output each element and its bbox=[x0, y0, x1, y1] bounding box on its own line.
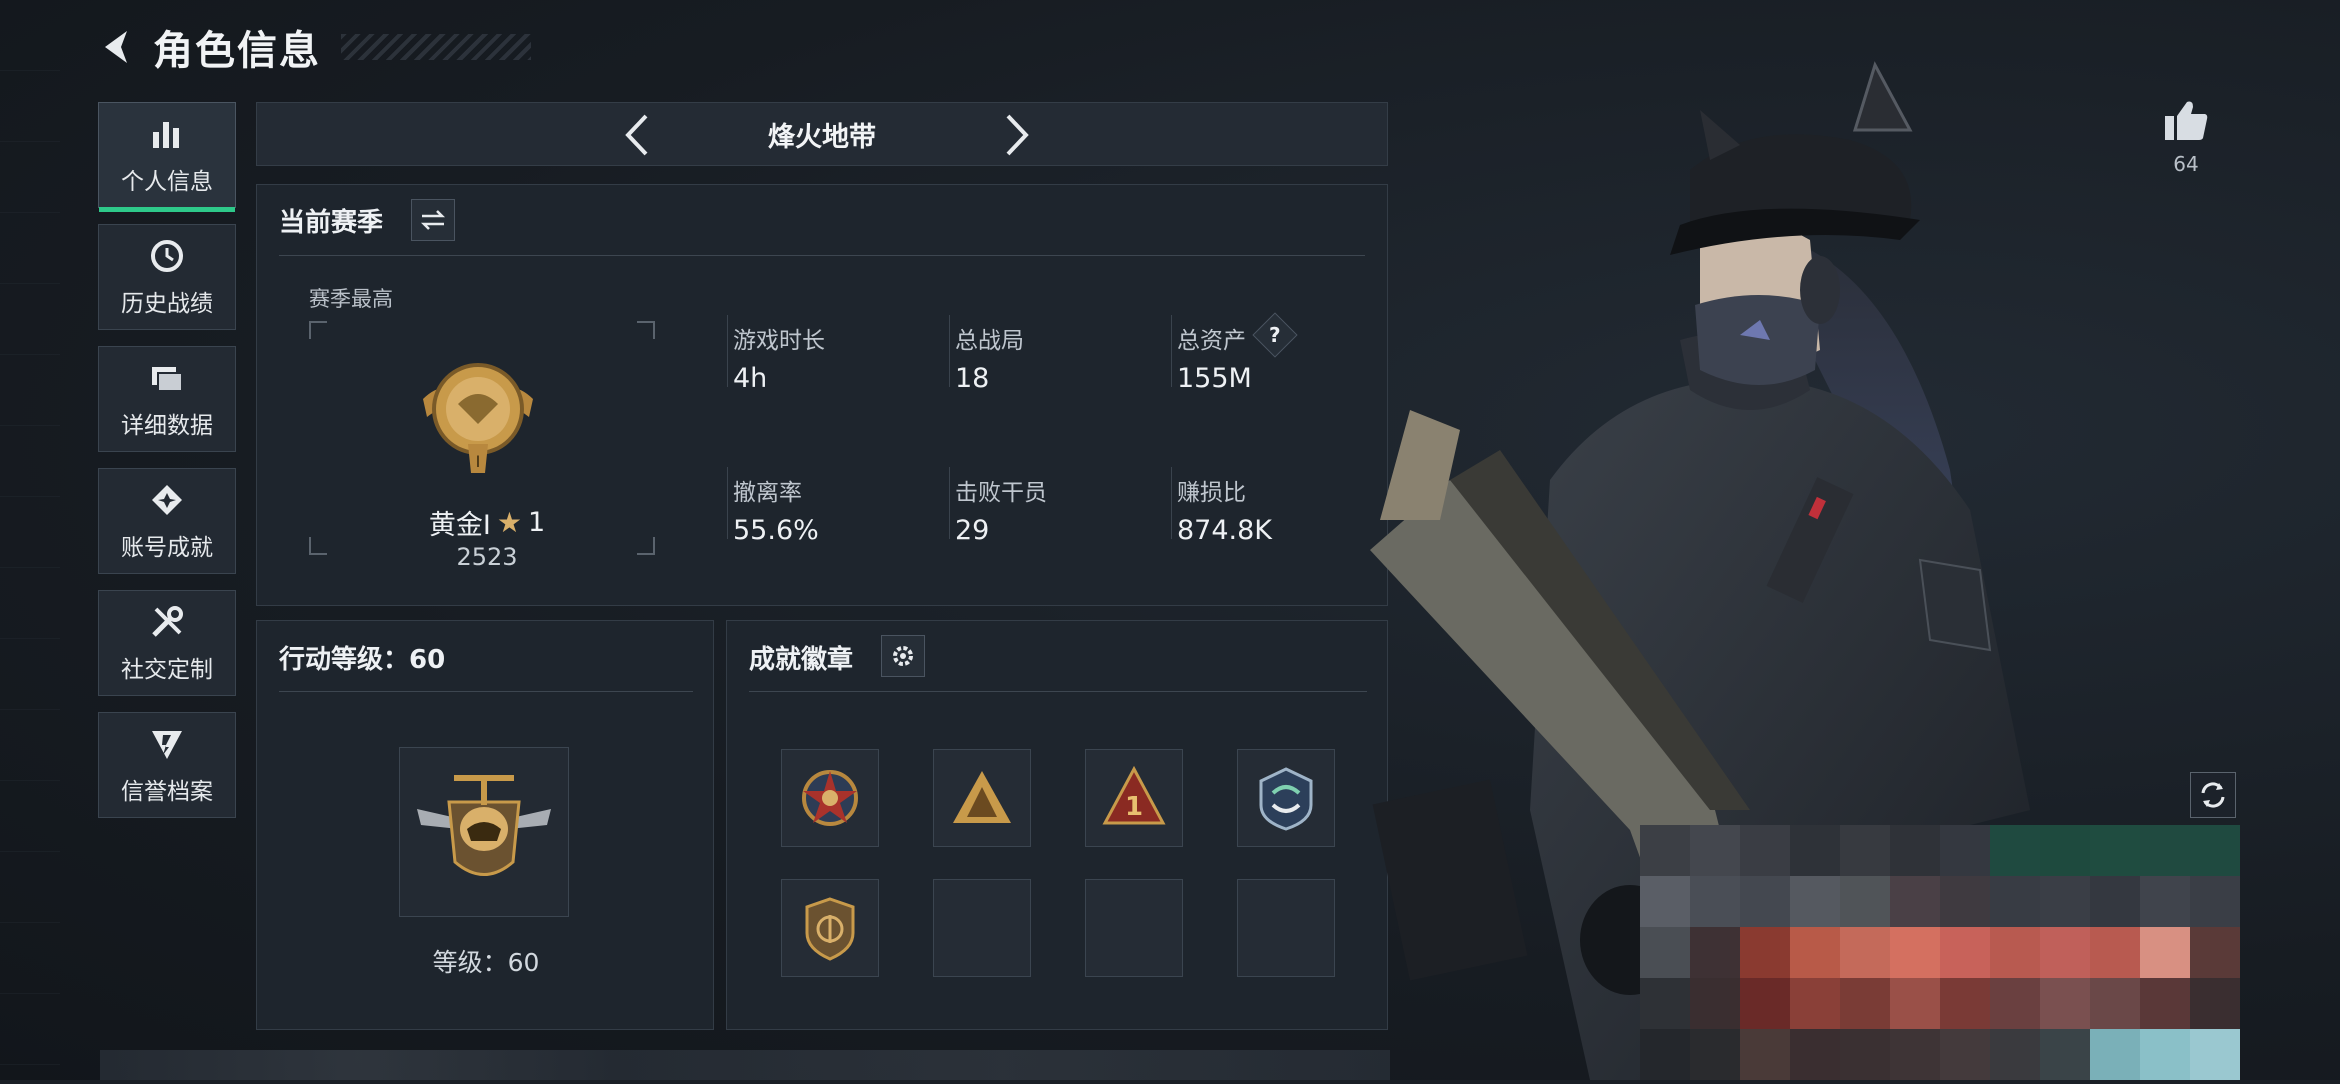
action-level-panel: 行动等级：60 等级：60 bbox=[256, 620, 714, 1030]
achievements-panel: 成就徽章 1 bbox=[726, 620, 1388, 1030]
page-header: 角色信息 bbox=[95, 18, 531, 76]
sidebar-item-detailed-data[interactable]: 详细数据 bbox=[98, 346, 236, 452]
background-grid bbox=[0, 0, 60, 1080]
shield-icon bbox=[147, 724, 187, 764]
achievement-badge[interactable] bbox=[933, 749, 1031, 847]
bottom-redacted-strip bbox=[100, 1050, 1390, 1080]
divider bbox=[949, 315, 950, 387]
stat-value-extraction-rate: 55.6% bbox=[733, 515, 819, 546]
history-icon bbox=[147, 236, 187, 276]
rank-score: 2523 bbox=[456, 543, 518, 571]
stat-value-assets: 155M bbox=[1177, 363, 1252, 394]
svg-text:I: I bbox=[476, 452, 481, 471]
stat-label-extraction-rate: 撤离率 bbox=[733, 480, 802, 506]
divider bbox=[727, 315, 728, 387]
star-emblem-icon bbox=[802, 770, 858, 826]
stat-label-assets: 总资产 bbox=[1177, 328, 1246, 354]
chevron-right-icon bbox=[1006, 114, 1029, 156]
thumbs-up-icon bbox=[2165, 101, 2208, 140]
sidebar-item-reputation[interactable]: 信誉档案 bbox=[98, 712, 236, 818]
back-button[interactable] bbox=[95, 25, 139, 69]
rotate-character-button[interactable] bbox=[2190, 772, 2236, 818]
sidebar-item-label: 个人信息 bbox=[121, 169, 213, 195]
chevron-left-icon bbox=[625, 114, 648, 156]
stat-value-profit-ratio: 874.8K bbox=[1177, 515, 1273, 546]
mode-selector: 烽火地带 bbox=[256, 102, 1388, 166]
divider bbox=[1171, 467, 1172, 539]
bar-chart-icon bbox=[147, 114, 187, 154]
help-icon[interactable]: ? bbox=[1252, 312, 1298, 358]
achievement-badge[interactable] bbox=[1237, 749, 1335, 847]
back-arrow-icon bbox=[105, 31, 127, 63]
stat-label-playtime: 游戏时长 bbox=[733, 328, 825, 354]
header-decoration bbox=[341, 34, 531, 60]
sidebar-item-label: 详细数据 bbox=[121, 413, 213, 439]
achievement-icon bbox=[147, 480, 187, 520]
frame-corner bbox=[309, 321, 327, 339]
stat-label-profit-ratio: 赚损比 bbox=[1177, 480, 1246, 506]
svg-text:1: 1 bbox=[1125, 792, 1143, 822]
achievement-slot-empty[interactable] bbox=[933, 879, 1031, 977]
achievement-slot-empty[interactable] bbox=[1085, 879, 1183, 977]
stat-label-operators-defeated: 击败干员 bbox=[955, 480, 1047, 506]
rank-name: 黄金Ⅰ bbox=[428, 510, 491, 541]
stat-label-matches: 总战局 bbox=[955, 328, 1024, 354]
achievement-badge[interactable] bbox=[781, 749, 879, 847]
divider bbox=[279, 255, 1365, 256]
like-count: 64 bbox=[2173, 152, 2199, 176]
sidebar-item-social[interactable]: 社交定制 bbox=[98, 590, 236, 696]
arrows-emblem-icon bbox=[1259, 767, 1313, 831]
achievements-title: 成就徽章 bbox=[749, 645, 854, 675]
refresh-icon bbox=[2201, 782, 2225, 808]
rank-name-row: 黄金Ⅰ ★ 1 bbox=[357, 503, 617, 542]
frame-corner bbox=[309, 537, 327, 555]
sidebar: 个人信息 历史战绩 详细数据 账号成就 社交定制 信誉档案 bbox=[98, 102, 236, 834]
achievements-settings-button[interactable] bbox=[881, 635, 925, 677]
level-text: 等级：60 bbox=[432, 948, 540, 977]
sidebar-item-label: 账号成就 bbox=[121, 535, 213, 561]
stat-value-operators-defeated: 29 bbox=[955, 515, 990, 546]
mode-prev-button[interactable] bbox=[613, 111, 661, 159]
like-widget[interactable]: 64 bbox=[2156, 98, 2216, 176]
mode-next-button[interactable] bbox=[993, 111, 1041, 159]
achievement-badge[interactable] bbox=[781, 879, 879, 977]
achievement-badge[interactable]: 1 bbox=[1085, 749, 1183, 847]
divider bbox=[949, 467, 950, 539]
action-level-title: 行动等级：60 bbox=[279, 645, 446, 675]
helicopter-emblem-icon bbox=[417, 775, 551, 876]
divider bbox=[279, 691, 693, 692]
divider bbox=[749, 691, 1367, 692]
star-icon: ★ bbox=[496, 506, 522, 539]
frame-corner bbox=[637, 321, 655, 339]
rank-stars: 1 bbox=[527, 507, 546, 538]
divider bbox=[1171, 315, 1172, 387]
mode-label: 烽火地带 bbox=[768, 121, 876, 153]
stat-value-matches: 18 bbox=[955, 363, 990, 394]
season-best-label: 赛季最高 bbox=[309, 287, 393, 311]
gear-icon bbox=[893, 646, 913, 666]
shield-crest-icon bbox=[805, 897, 855, 961]
achievement-slot-empty[interactable] bbox=[1237, 879, 1335, 977]
season-panel: 当前赛季 赛季最高 I 黄金Ⅰ ★ 1 2523 游戏时长 4h 总战局 18 … bbox=[256, 184, 1388, 606]
tools-icon bbox=[147, 602, 187, 642]
page-title: 角色信息 bbox=[153, 28, 321, 74]
sidebar-item-personal-info[interactable]: 个人信息 bbox=[98, 102, 236, 212]
folder-icon bbox=[147, 358, 187, 398]
pixelated-redaction bbox=[1640, 825, 2240, 1080]
level-emblem-frame bbox=[399, 747, 569, 917]
sidebar-item-label: 社交定制 bbox=[121, 657, 213, 683]
swap-icon bbox=[420, 210, 446, 230]
triangle-one-icon: 1 bbox=[1102, 765, 1166, 825]
triangle-squad-icon bbox=[953, 771, 1011, 823]
frame-corner bbox=[637, 537, 655, 555]
sidebar-item-achievements[interactable]: 账号成就 bbox=[98, 468, 236, 574]
divider bbox=[727, 467, 728, 539]
gold-rank-emblem-icon: I bbox=[413, 349, 543, 479]
sidebar-item-history[interactable]: 历史战绩 bbox=[98, 224, 236, 330]
sidebar-item-label: 历史战绩 bbox=[121, 291, 213, 317]
stat-value-playtime: 4h bbox=[733, 363, 768, 394]
sidebar-item-label: 信誉档案 bbox=[121, 779, 213, 805]
season-title: 当前赛季 bbox=[279, 208, 384, 238]
season-switch-button[interactable] bbox=[411, 199, 455, 241]
